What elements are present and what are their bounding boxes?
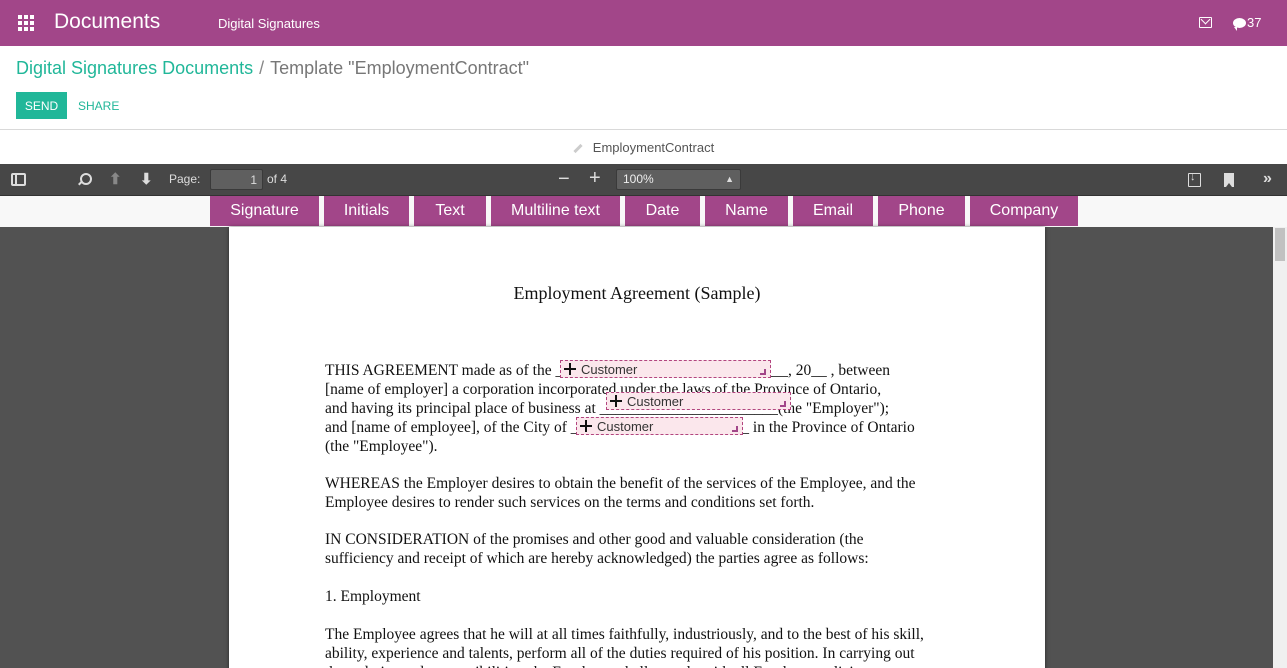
field-role-label: Customer [627, 393, 684, 409]
download-icon[interactable] [1188, 171, 1201, 187]
tools-chevron-icon[interactable]: » [1263, 171, 1279, 188]
search-icon[interactable] [77, 172, 93, 188]
field-email-button[interactable]: Email [793, 196, 873, 226]
header-divider [0, 129, 1287, 130]
toggle-sidebar-icon[interactable] [11, 173, 26, 186]
select-arrows-icon: ▲ [725, 174, 734, 184]
field-signature-button[interactable]: Signature [210, 196, 319, 226]
document-name[interactable]: EmploymentContract [593, 140, 714, 155]
resize-handle-icon[interactable] [732, 426, 738, 432]
resize-handle-icon[interactable] [780, 401, 786, 407]
app-title: Documents [54, 10, 161, 33]
pdf-toolbar: ⬆ ⬇ Page: of 4 − + 100% ▲ » [0, 164, 1287, 196]
top-navbar: Documents Digital Signatures 37 [0, 0, 1287, 46]
resize-handle-icon[interactable] [760, 369, 766, 375]
field-role-label: Customer [581, 361, 638, 377]
placed-field-customer[interactable]: Customer [560, 360, 771, 378]
paragraph-consideration: IN CONSIDERATION of the promises and oth… [325, 531, 869, 567]
field-multiline-text-button[interactable]: Multiline text [491, 196, 620, 226]
bookmark-icon[interactable] [1224, 173, 1234, 187]
field-role-label: Customer [597, 418, 654, 434]
breadcrumb-separator: / [259, 58, 265, 78]
pdf-page: Employment Agreement (Sample) THIS AGREE… [229, 227, 1045, 668]
page-label: Page: [169, 172, 201, 186]
next-page-icon[interactable]: ⬇ [140, 172, 156, 188]
menu-item-digital-signatures[interactable]: Digital Signatures [218, 16, 320, 31]
section-heading-employment: 1. Employment [325, 588, 421, 605]
field-text-button[interactable]: Text [414, 196, 486, 226]
field-name-button[interactable]: Name [705, 196, 788, 226]
placed-field-customer[interactable]: Customer [576, 417, 743, 435]
share-button[interactable]: SHARE [78, 92, 119, 119]
move-icon[interactable] [564, 363, 576, 375]
field-phone-button[interactable]: Phone [878, 196, 965, 226]
document-name-row: EmploymentContract [0, 140, 1287, 155]
scrollbar-thumb[interactable] [1275, 228, 1285, 261]
move-icon[interactable] [580, 420, 592, 432]
chat-bubble-icon [1233, 17, 1246, 31]
breadcrumb-parent-link[interactable]: Digital Signatures Documents [16, 58, 253, 78]
vertical-scrollbar[interactable] [1273, 227, 1287, 668]
breadcrumb: Digital Signatures Documents / Template "E… [16, 58, 529, 79]
zoom-select[interactable]: 100% ▲ [616, 169, 741, 190]
send-button[interactable]: SEND [16, 92, 67, 119]
placed-field-customer[interactable]: Customer [606, 392, 791, 410]
field-type-bar: Signature Initials Text Multiline text D… [0, 196, 1287, 227]
previous-page-icon[interactable]: ⬆ [109, 172, 125, 188]
zoom-value: 100% [623, 172, 654, 186]
field-company-button[interactable]: Company [970, 196, 1078, 226]
zoom-in-button[interactable]: + [589, 167, 601, 189]
page-total: of 4 [267, 172, 288, 186]
paragraph-employment: The Employee agrees that he will at all … [325, 626, 924, 668]
zoom-out-button[interactable]: − [558, 168, 570, 190]
pencil-icon[interactable] [573, 143, 583, 154]
move-icon[interactable] [610, 395, 622, 407]
field-initials-button[interactable]: Initials [324, 196, 409, 226]
field-date-button[interactable]: Date [625, 196, 700, 226]
page-number-input[interactable] [210, 169, 263, 190]
pdf-viewer: ⬆ ⬇ Page: of 4 − + 100% ▲ » Signature In… [0, 164, 1287, 668]
chat-count-badge: 37 [1247, 15, 1262, 30]
envelope-icon[interactable] [1199, 17, 1212, 28]
paragraph-whereas: WHEREAS the Employer desires to obtain t… [325, 475, 916, 511]
breadcrumb-current: Template "EmploymentContract" [270, 58, 530, 78]
document-title: Employment Agreement (Sample) [513, 283, 761, 303]
apps-menu-icon[interactable] [18, 15, 34, 31]
chat-button[interactable]: 37 [1233, 15, 1262, 31]
